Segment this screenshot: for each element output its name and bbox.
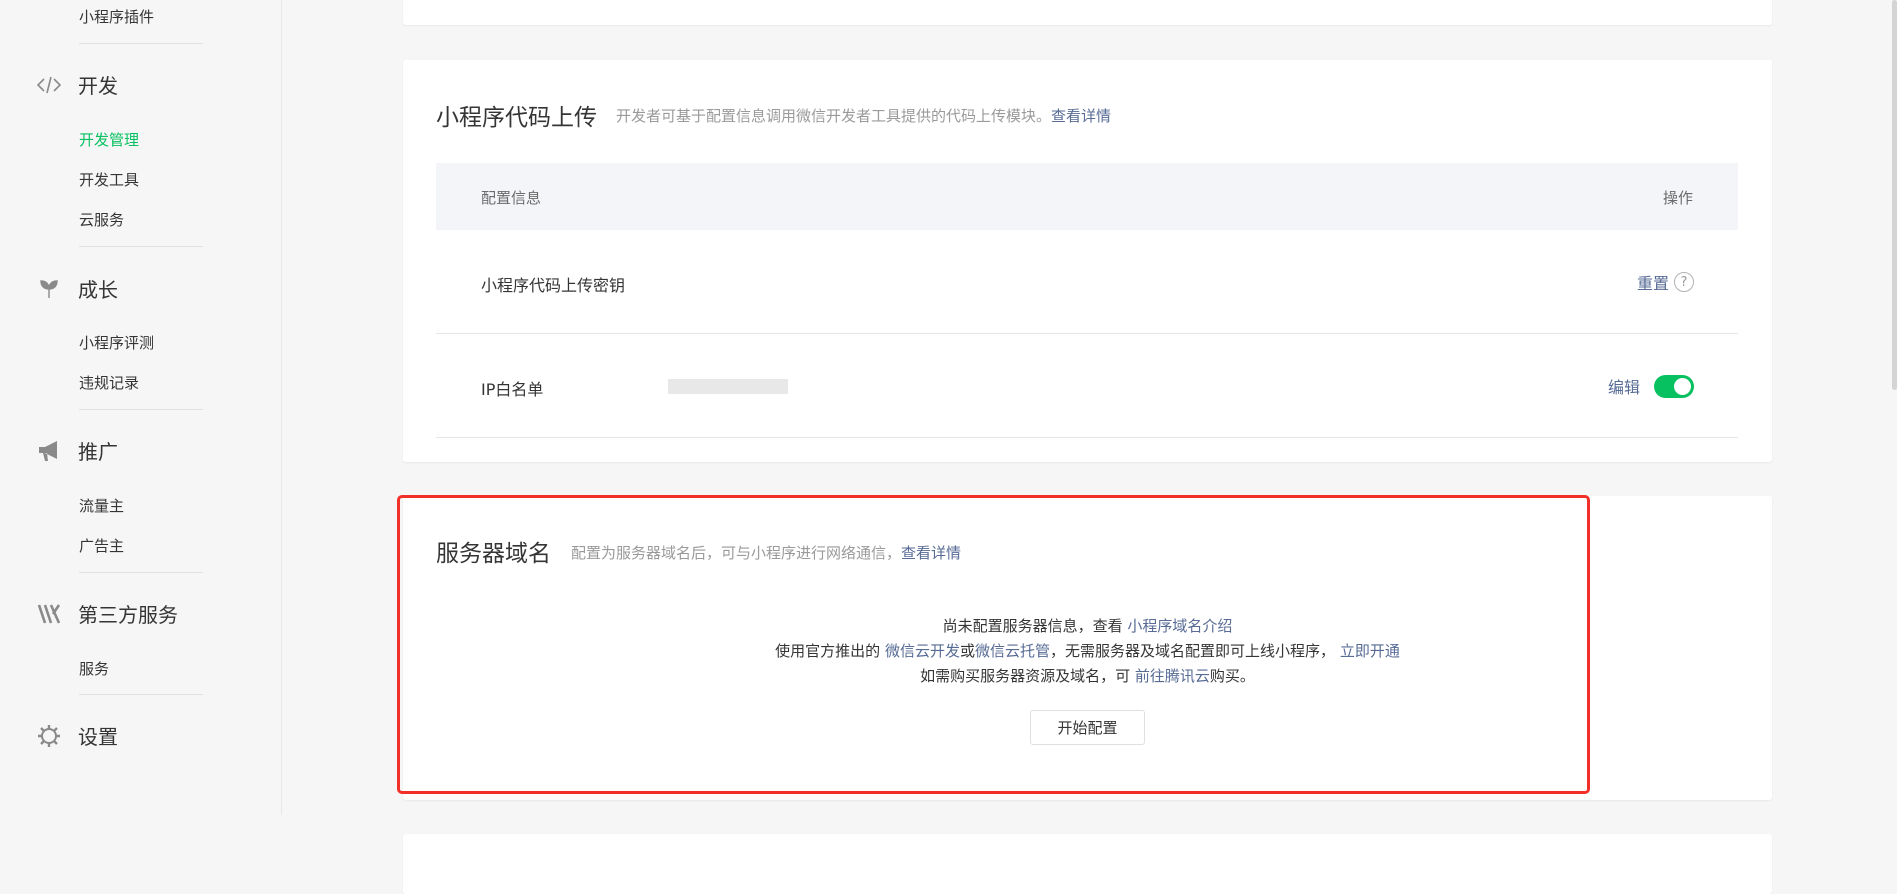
gear-icon (36, 723, 62, 749)
server-domain-card: 服务器域名 配置为服务器域名后，可与小程序进行网络通信，查看详情 尚未配置服务器… (403, 496, 1772, 800)
sidebar-section-develop[interactable]: 开发 (36, 70, 118, 99)
sidebar-item-cloud-service[interactable]: 云服务 (79, 209, 124, 230)
sidebar-section-title: 成长 (78, 278, 118, 302)
reset-link[interactable]: 重置 (1637, 270, 1669, 294)
sidebar-item-plugins[interactable]: 小程序插件 (79, 6, 154, 27)
line-text: ，无需服务器及域名配置即可上线小程序， (1050, 642, 1336, 660)
card-description: 配置为服务器域名后，可与小程序进行网络通信，查看详情 (571, 542, 961, 563)
sidebar-item-traffic-owner[interactable]: 流量主 (79, 495, 124, 516)
row-actions: 编辑 (1608, 374, 1694, 398)
next-card (403, 834, 1772, 894)
card-title: 小程序代码上传 (436, 105, 597, 131)
description-text: 开发者可基于配置信息调用微信开发者工具提供的代码上传模块。 (616, 107, 1052, 125)
line-text: 使用官方推出的 (775, 642, 881, 660)
redacted-ip-value (668, 379, 788, 394)
sidebar-section-title: 推广 (78, 440, 118, 464)
sidebar-section-promotion[interactable]: 推广 (36, 436, 118, 465)
scrollbar[interactable] (1892, 0, 1897, 390)
row-actions: 重置 ? (1637, 270, 1694, 294)
table-row: IP白名单 编辑 (436, 334, 1738, 438)
cloud-dev-link[interactable]: 微信云开发 (885, 642, 960, 660)
sprout-icon (36, 276, 62, 302)
sidebar-item-dev-tools[interactable]: 开发工具 (79, 169, 139, 190)
view-details-link[interactable]: 查看详情 (901, 544, 961, 562)
description-text: 配置为服务器域名后，可与小程序进行网络通信， (571, 544, 902, 562)
sidebar-divider (79, 409, 203, 410)
toggle-knob (1674, 377, 1691, 395)
empty-state-line-2: 使用官方推出的 微信云开发或微信云托管，无需服务器及域名配置即可上线小程序， 立… (403, 640, 1772, 661)
view-details-link[interactable]: 查看详情 (1051, 107, 1111, 125)
sidebar-item-dev-management[interactable]: 开发管理 (79, 129, 139, 150)
sidebar-divider (79, 43, 203, 44)
code-upload-card: 小程序代码上传 开发者可基于配置信息调用微信开发者工具提供的代码上传模块。查看详… (403, 60, 1772, 462)
column-header-config: 配置信息 (481, 189, 542, 207)
line-text: 尚未配置服务器信息，查看 (942, 617, 1123, 635)
sidebar-divider (79, 694, 203, 695)
card-description: 开发者可基于配置信息调用微信开发者工具提供的代码上传模块。查看详情 (616, 105, 1111, 126)
table-header: 配置信息 操作 (436, 163, 1738, 230)
start-config-button[interactable]: 开始配置 (1030, 710, 1145, 745)
domain-intro-link[interactable]: 小程序域名介绍 (1127, 617, 1232, 635)
sidebar: 小程序插件 开发 开发管理 开发工具 云服务 成长 小程序评测 违规记录 推广 … (0, 0, 282, 815)
sidebar-section-settings[interactable]: 设置 (36, 721, 118, 750)
line-text: 如需购买服务器资源及域名，可 (920, 667, 1131, 685)
tencent-cloud-link[interactable]: 前往腾讯云 (1135, 667, 1210, 685)
card-title: 服务器域名 (436, 541, 551, 567)
sidebar-divider (79, 246, 203, 247)
row-label: IP白名单 (481, 380, 544, 399)
sidebar-item-services[interactable]: 服务 (79, 658, 109, 679)
ip-whitelist-toggle[interactable] (1654, 374, 1694, 398)
edit-link[interactable]: 编辑 (1608, 374, 1640, 398)
sidebar-section-title: 开发 (78, 74, 118, 98)
line-text: 购买。 (1209, 667, 1255, 685)
cloud-hosting-link[interactable]: 微信云托管 (975, 642, 1050, 660)
sidebar-item-violations[interactable]: 违规记录 (79, 372, 139, 393)
line-text: 或 (959, 642, 975, 660)
previous-card (403, 0, 1772, 25)
third-party-icon (36, 601, 62, 627)
table-row: 小程序代码上传密钥 重置 ? (436, 230, 1738, 334)
activate-now-link[interactable]: 立即开通 (1340, 642, 1400, 660)
sidebar-section-title: 第三方服务 (78, 603, 178, 627)
row-label: 小程序代码上传密钥 (481, 276, 626, 295)
help-icon[interactable]: ? (1674, 272, 1694, 292)
megaphone-icon (36, 438, 62, 464)
sidebar-divider (79, 572, 203, 573)
empty-state-line-1: 尚未配置服务器信息，查看 小程序域名介绍 (403, 615, 1772, 636)
code-icon (36, 72, 62, 98)
sidebar-section-growth[interactable]: 成长 (36, 274, 118, 303)
empty-state-line-3: 如需购买服务器资源及域名，可 前往腾讯云购买。 (403, 665, 1772, 686)
column-header-action: 操作 (1662, 189, 1693, 207)
sidebar-section-title: 设置 (78, 725, 118, 749)
sidebar-item-advertiser[interactable]: 广告主 (79, 535, 124, 556)
sidebar-item-evaluation[interactable]: 小程序评测 (79, 332, 154, 353)
sidebar-section-third-party[interactable]: 第三方服务 (36, 599, 178, 628)
